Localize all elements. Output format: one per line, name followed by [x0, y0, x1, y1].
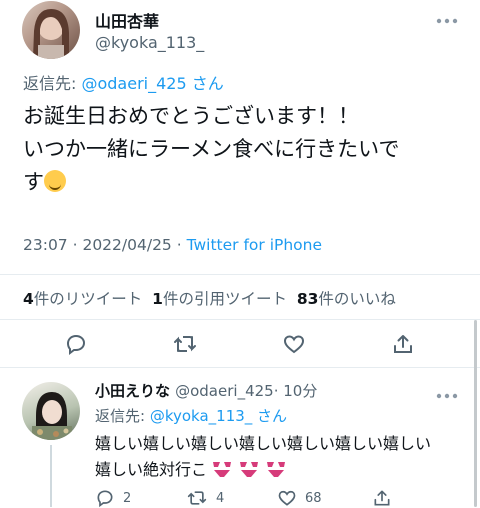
- reply-more-icon[interactable]: [436, 384, 458, 405]
- retweet-button[interactable]: [167, 326, 203, 362]
- tweet-text-line2: いつか一緒にラーメン食べに行きたいで: [23, 137, 400, 161]
- reply-text-line2-text: 嬉しい絶対行こ: [95, 460, 208, 479]
- likes-stat[interactable]: 83件のいいね: [297, 290, 396, 308]
- likes-count: 83: [296, 290, 319, 308]
- reply-text-line2: 嬉しい絶対行こ: [95, 457, 475, 483]
- reply-header: 小田えりな @odaeri_425· 10分: [95, 380, 317, 401]
- reply-time[interactable]: · 10分: [274, 382, 318, 400]
- retweet-icon: [187, 491, 207, 505]
- bikini-icon: [240, 462, 259, 477]
- reply-reply-button[interactable]: 2: [95, 488, 131, 508]
- reply-like-button[interactable]: 68: [277, 488, 322, 508]
- author-name[interactable]: 山田杏華: [95, 8, 159, 32]
- smiling-face-hearts-icon: [44, 170, 66, 192]
- bikini-icon: [213, 462, 232, 477]
- replying-to: 返信先: @odaeri_425 さん: [23, 70, 224, 94]
- like-button[interactable]: [276, 326, 312, 362]
- tweet-text-line1: お誕生日おめでとうございます！！: [23, 104, 359, 128]
- author-avatar[interactable]: [22, 1, 80, 59]
- reply-like-count: 68: [305, 490, 322, 506]
- quotes-count: 1: [152, 290, 163, 308]
- reply-author-name[interactable]: 小田えりな: [95, 382, 170, 400]
- divider: [0, 319, 480, 320]
- retweet-icon: [174, 336, 196, 352]
- retweets-label: 件のリツイート: [33, 290, 143, 308]
- bikini-icon: [267, 462, 286, 477]
- reply-share-button[interactable]: [372, 488, 392, 508]
- thread-line: [50, 445, 52, 507]
- reply-author-avatar[interactable]: [22, 382, 80, 440]
- retweets-count: 4: [23, 290, 34, 308]
- tweet-stats: 4件のリツイート 1件の引用ツイート 83件のいいね: [23, 287, 396, 309]
- share-icon: [374, 490, 390, 506]
- reply-button[interactable]: [58, 326, 94, 362]
- reply-reply-count: 2: [123, 490, 132, 506]
- likes-label: 件のいいね: [318, 290, 396, 308]
- reply-replying-to: 返信先: @kyoka_113_ さん: [95, 405, 287, 426]
- divider: [0, 274, 480, 275]
- reply-icon: [66, 334, 86, 355]
- more-icon[interactable]: [436, 9, 458, 30]
- tweet-text-line3: す: [23, 166, 473, 199]
- divider: [0, 367, 480, 368]
- author-handle[interactable]: @kyoka_113_: [95, 33, 204, 52]
- tweet-date: 2022/04/25: [82, 236, 172, 254]
- tweet-text: お誕生日おめでとうございます！！ いつか一緒にラーメン食べに行きたいで す: [23, 100, 473, 199]
- reply-to-link[interactable]: @odaeri_425: [81, 74, 186, 93]
- quotes-stat[interactable]: 1件の引用ツイート: [152, 290, 287, 308]
- tweet-source[interactable]: Twitter for iPhone: [187, 236, 322, 254]
- scrollbar[interactable]: [474, 320, 477, 507]
- reply-reply-prefix: 返信先:: [95, 407, 150, 425]
- reply-reply-to-link[interactable]: @kyoka_113_: [150, 407, 252, 425]
- reply-prefix: 返信先:: [23, 74, 82, 93]
- tweet-meta: 23:07 · 2022/04/25 · Twitter for iPhone: [23, 236, 322, 254]
- meta-separator-2: ·: [171, 236, 187, 254]
- retweets-stat[interactable]: 4件のリツイート: [23, 290, 142, 308]
- reply-icon: [97, 490, 113, 508]
- reply-retweet-button[interactable]: 4: [186, 488, 224, 508]
- share-button[interactable]: [385, 326, 421, 362]
- quotes-label: 件の引用ツイート: [162, 290, 287, 308]
- reply-reply-suffix: さん: [252, 407, 288, 425]
- tweet-time: 23:07: [23, 236, 68, 254]
- reply-text: 嬉しい嬉しい嬉しい嬉しい嬉しい嬉しい嬉しい 嬉しい絶対行こ: [95, 431, 475, 483]
- reply-text-line1: 嬉しい嬉しい嬉しい嬉しい嬉しい嬉しい嬉しい: [95, 434, 432, 453]
- meta-separator: ·: [67, 236, 83, 254]
- reply-retweet-count: 4: [216, 490, 225, 506]
- tweet-text-line3-text: す: [23, 170, 44, 194]
- like-icon: [283, 335, 305, 354]
- reply-suffix: さん: [186, 74, 224, 93]
- reply-author-handle[interactable]: @odaeri_425: [175, 382, 274, 400]
- share-icon: [394, 335, 412, 353]
- like-icon: [278, 490, 296, 506]
